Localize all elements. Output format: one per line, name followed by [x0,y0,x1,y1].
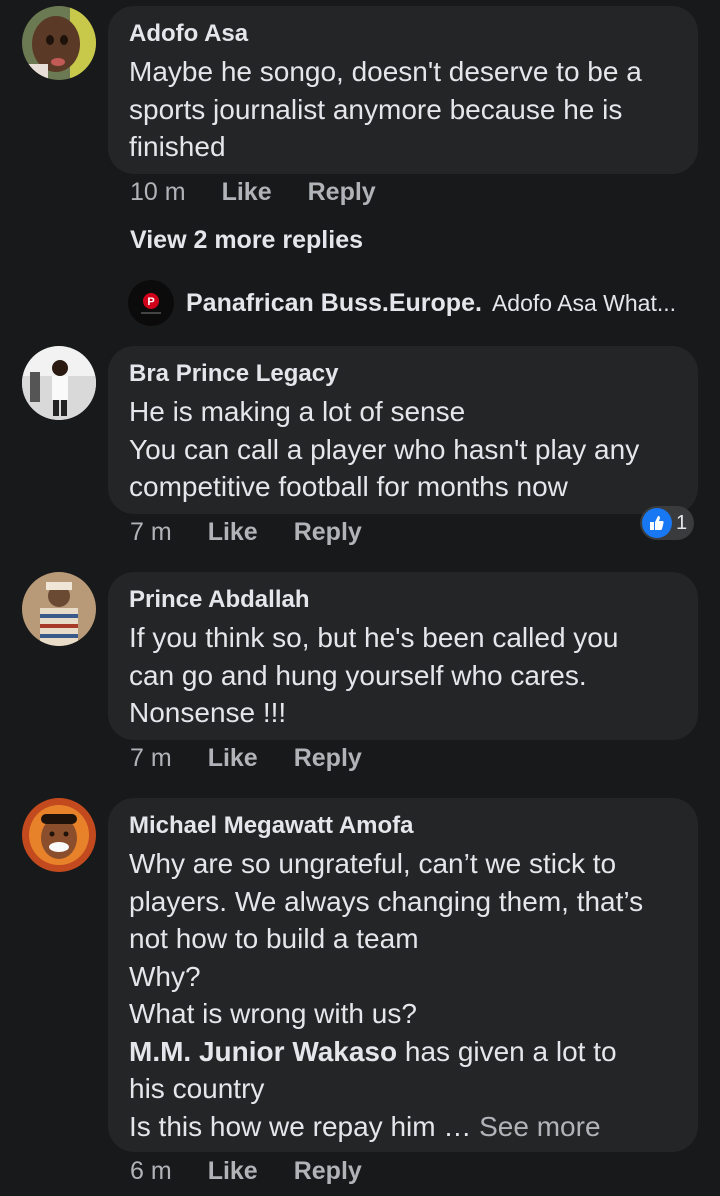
reply-button[interactable]: Reply [294,1157,362,1186]
comment-author[interactable]: Bra Prince Legacy [129,359,676,389]
svg-text:P: P [147,296,154,308]
comment-timestamp[interactable]: 7 m [130,518,172,547]
view-more-replies-link[interactable]: View 2 more replies [130,224,363,256]
avatar-adofo-asa[interactable] [22,6,96,80]
panafrican-logo-icon: P [141,293,161,314]
reaction-count: 1 [676,511,688,534]
avatar-prince-abdallah[interactable] [22,572,96,646]
avatar-michael-megawatt-amofa[interactable] [22,798,96,872]
comment-text: He is making a lot of sense You can call… [129,396,640,502]
mention-link[interactable]: M.M. Junior Wakaso [129,1036,397,1067]
comment-author[interactable]: Prince Abdallah [129,585,676,615]
comment-actions: 10 m Like Reply [130,176,376,208]
comment-bubble: Adofo Asa Maybe he songo, doesn't deserv… [108,6,698,174]
thumbs-up-icon [642,508,672,538]
comment-text: Maybe he songo, doesn't deserve to be a … [129,56,642,162]
comment-actions: 7 m Like Reply [130,742,362,774]
like-button[interactable]: Like [222,178,272,207]
avatar-bra-prince-legacy[interactable] [22,346,96,420]
comment-timestamp[interactable]: 10 m [130,178,186,207]
comment-timestamp[interactable]: 7 m [130,744,172,773]
comment-bubble: Bra Prince Legacy He is making a lot of … [108,346,698,514]
comment-bubble: Prince Abdallah If you think so, but he'… [108,572,698,740]
comment-text: Why are so ungrateful, can’t we stick to… [129,848,644,1142]
page-avatar: P [128,280,174,326]
comment-author[interactable]: Adofo Asa [129,19,676,49]
comment-actions: 6 m Like Reply [130,1155,362,1187]
comment-bubble: Michael Megawatt Amofa Why are so ungrat… [108,798,698,1152]
comment-author[interactable]: Michael Megawatt Amofa [129,811,676,841]
reply-button[interactable]: Reply [294,744,362,773]
reply-snippet: Adofo Asa What... [491,289,677,316]
see-more-link[interactable]: See more [479,1111,600,1142]
reaction-badge[interactable]: 1 [640,506,694,540]
reply-preview[interactable]: P Panafrican Buss.Europe. Adofo Asa What… [128,280,676,326]
like-button[interactable]: Like [208,1157,258,1186]
like-button[interactable]: Like [208,744,258,773]
reply-author[interactable]: Panafrican Buss.Europe. [186,289,482,318]
reply-button[interactable]: Reply [294,518,362,547]
reply-button[interactable]: Reply [308,178,376,207]
comment-timestamp[interactable]: 6 m [130,1157,172,1186]
like-button[interactable]: Like [208,518,258,547]
comment-actions: 7 m Like Reply [130,516,362,548]
comment-text: If you think so, but he's been called yo… [129,622,619,728]
